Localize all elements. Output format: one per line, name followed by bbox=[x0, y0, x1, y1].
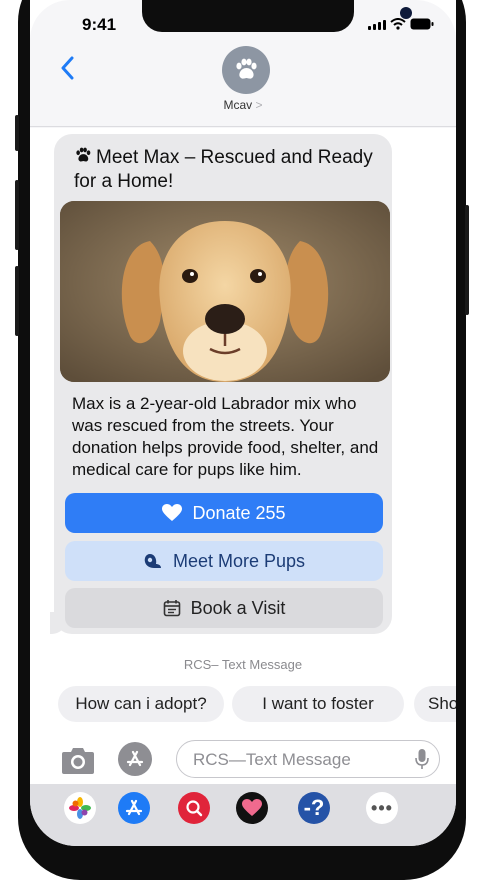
book-a-visit-button[interactable]: Book a Visit bbox=[65, 588, 383, 628]
mute-switch bbox=[15, 115, 19, 151]
contact-name[interactable]: Mcav > bbox=[30, 98, 456, 112]
photos-petals bbox=[69, 797, 91, 819]
suggestion-chip-foster[interactable]: I want to foster bbox=[232, 686, 404, 722]
help-app-icon[interactable]: -? bbox=[298, 792, 330, 824]
search-app-icon[interactable] bbox=[178, 792, 210, 824]
camera-button-icon[interactable] bbox=[60, 744, 96, 776]
microphone-icon[interactable] bbox=[415, 748, 429, 770]
volume-up-button bbox=[15, 180, 19, 250]
battery-icon bbox=[410, 18, 434, 30]
header-divider bbox=[30, 126, 456, 127]
dog-illustration bbox=[60, 201, 390, 382]
message-type-label: RCS– Text Message bbox=[183, 657, 303, 672]
app-store-icon bbox=[126, 750, 144, 767]
heart-glyph bbox=[242, 799, 262, 816]
help-glyph: -? bbox=[303, 795, 325, 820]
donate-label: Donate 255 bbox=[192, 502, 286, 523]
volume-down-button bbox=[15, 266, 19, 336]
chevron-right-icon: > bbox=[255, 98, 263, 112]
message-body: Max is a 2-year-old Labrador mix who was… bbox=[72, 394, 379, 479]
more-apps-icon[interactable]: ••• bbox=[366, 792, 398, 824]
signal-icon bbox=[368, 20, 386, 30]
meet-more-pups-label: Meet More Pups bbox=[172, 550, 306, 571]
contact-avatar[interactable] bbox=[222, 46, 270, 94]
message-input[interactable]: RCS—Text Message bbox=[176, 740, 440, 778]
pups-icon bbox=[144, 554, 161, 568]
app-store-glyph bbox=[125, 799, 143, 816]
paw-icon bbox=[76, 147, 91, 162]
app-store-app-icon[interactable] bbox=[118, 792, 150, 824]
app-drawer: -? ••• bbox=[30, 784, 456, 846]
photos-app-icon[interactable] bbox=[64, 792, 96, 824]
donate-button[interactable]: Donate 255 bbox=[65, 493, 383, 533]
dog-photo[interactable] bbox=[60, 201, 390, 382]
suggestion-chip-more[interactable]: Sho bbox=[414, 686, 456, 722]
meet-more-pups-button[interactable]: Meet More Pups bbox=[65, 541, 383, 581]
status-time: 9:41 bbox=[82, 15, 117, 34]
heart-app-icon[interactable] bbox=[236, 792, 268, 824]
chevron-left-icon bbox=[61, 56, 74, 80]
search-glyph bbox=[186, 800, 203, 817]
back-button[interactable] bbox=[60, 56, 74, 86]
app-store-button[interactable] bbox=[118, 742, 152, 776]
message-input-placeholder: RCS—Text Message bbox=[193, 750, 351, 769]
screen: 9:41 Mcav > Meet Max – Rescued and Ready… bbox=[30, 0, 456, 846]
paw-icon bbox=[236, 58, 257, 79]
heart-icon bbox=[162, 504, 183, 521]
calendar-icon bbox=[163, 600, 180, 617]
book-a-visit-label: Book a Visit bbox=[190, 597, 286, 618]
more-glyph: ••• bbox=[371, 797, 393, 818]
power-button bbox=[465, 205, 469, 315]
status-icons bbox=[368, 18, 434, 30]
message-title: Meet Max – Rescued and Ready for a Home! bbox=[74, 146, 394, 194]
wifi-icon bbox=[390, 18, 406, 30]
suggestion-chip-adopt[interactable]: How can i adopt? bbox=[58, 686, 224, 722]
contact-name-label: Mcav bbox=[223, 98, 253, 112]
message-title-text: Meet Max – Rescued and Ready for a Home! bbox=[74, 147, 373, 192]
notch bbox=[142, 0, 412, 32]
